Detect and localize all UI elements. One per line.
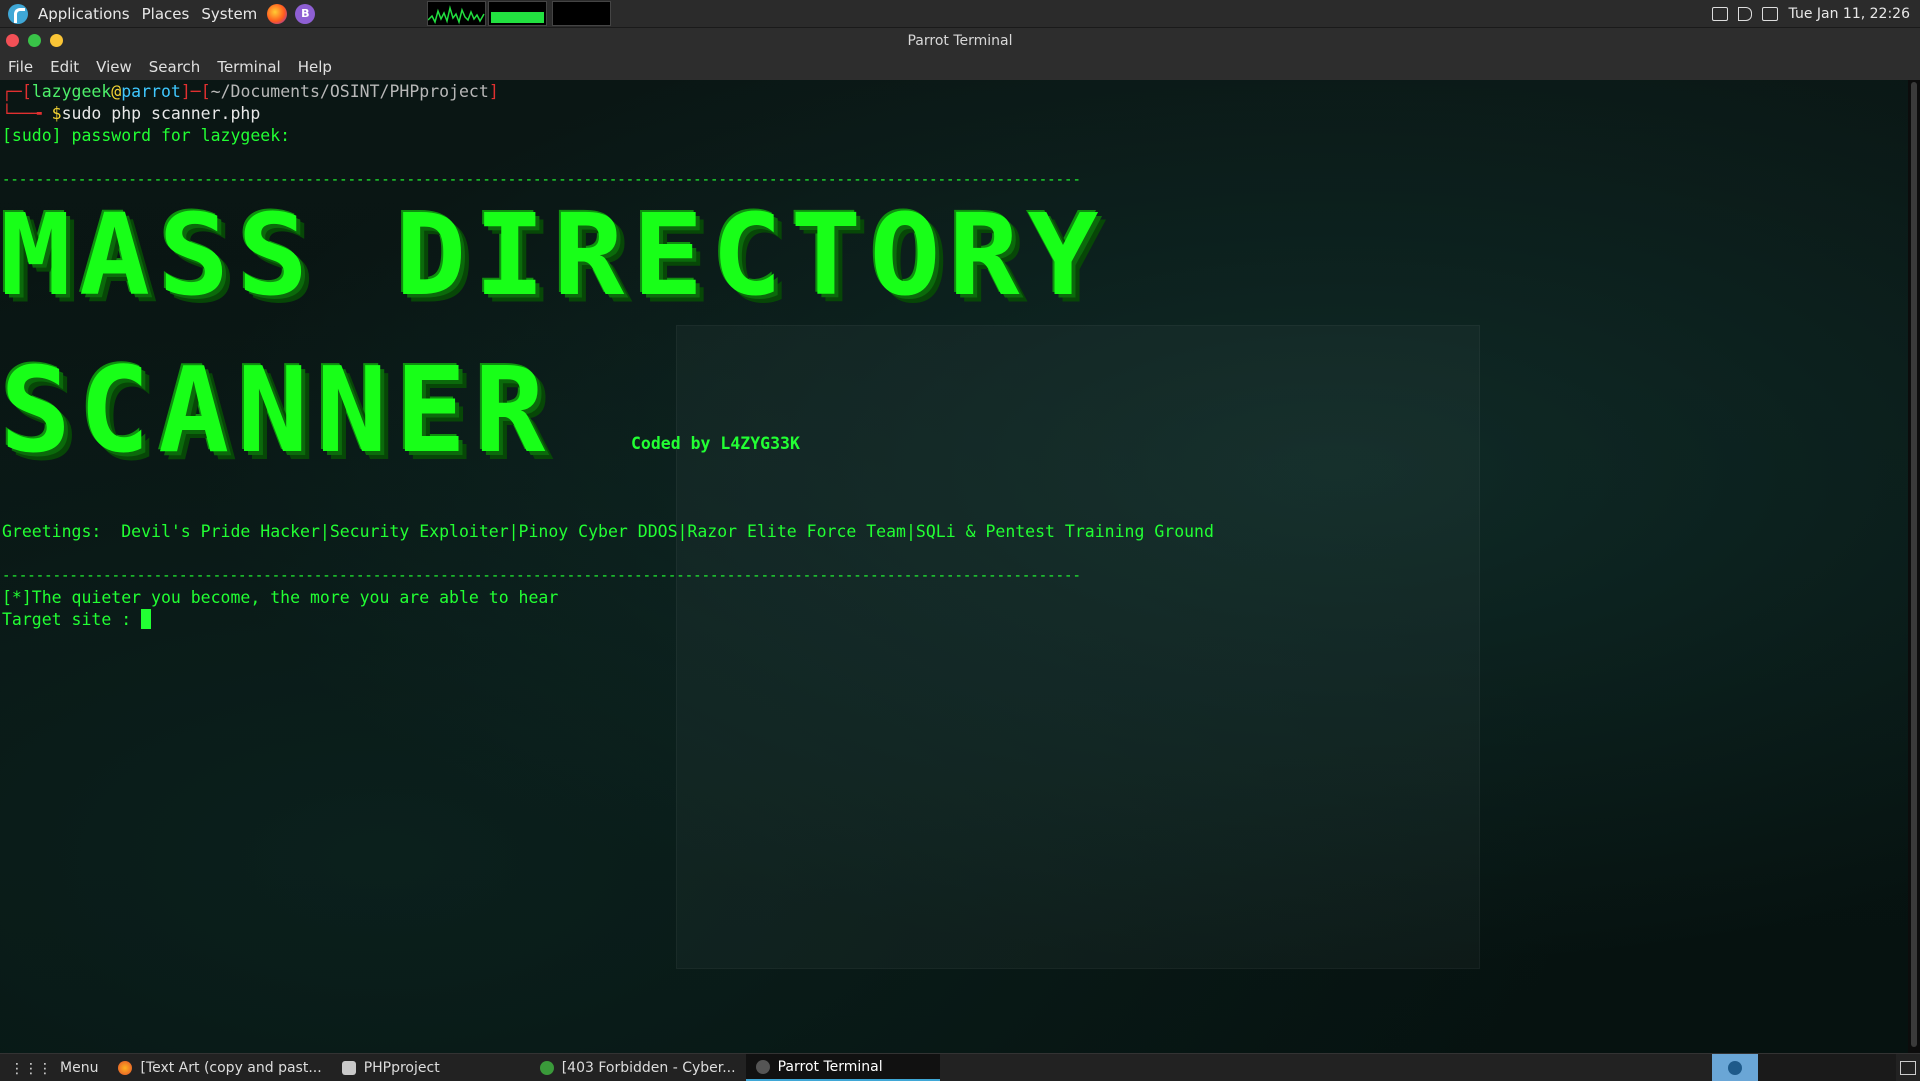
banner-scanner: SCANNER [0, 341, 554, 479]
coded-by-text: Coded by L4ZYG33K [631, 434, 800, 453]
workspace-icon [1728, 1060, 1742, 1075]
network-monitor-graph [552, 1, 611, 26]
prompt-path: ~/Documents/OSINT/PHPproject [210, 82, 489, 101]
prompt-user: lazygeek [31, 82, 112, 101]
sudo-password-line: [sudo] password for lazygeek: [2, 126, 291, 145]
greetings-line: Greetings: Devil's Pride Hacker|Security… [2, 522, 1214, 541]
menu-help[interactable]: Help [290, 58, 341, 76]
prompt-host: parrot [121, 82, 181, 101]
banner-mass-directory: MASS DIRECTORY [0, 189, 1107, 321]
keyboard-icon[interactable] [1711, 6, 1728, 21]
minimize-button[interactable] [28, 34, 41, 47]
places-menu[interactable]: Places [136, 0, 196, 27]
taskbar-item-label: [403 Forbidden - Cyber... [561, 1059, 736, 1076]
parrot-logo-icon[interactable] [8, 3, 28, 24]
memory-fill [491, 12, 544, 23]
divider-bottom: ----------------------------------------… [2, 568, 1081, 584]
firefox-icon [118, 1060, 133, 1075]
cpu-graph-icon [427, 5, 485, 25]
terminal-icon [755, 1059, 770, 1074]
grid-menu-icon: ⋮⋮⋮ [10, 1060, 52, 1077]
applications-menu[interactable]: Applications [32, 0, 136, 27]
memory-monitor-graph [488, 1, 547, 26]
taskbar-item-label: [Text Art (copy and past... [140, 1059, 322, 1076]
terminal-scrollbar[interactable] [1908, 80, 1920, 1053]
window-title: Parrot Terminal [907, 32, 1013, 49]
taskbar-item-browser[interactable]: [403 Forbidden - Cyber... [530, 1054, 746, 1081]
clock[interactable]: Tue Jan 11, 22:26 [1789, 6, 1910, 22]
menu-file[interactable]: File [0, 58, 42, 76]
prompt-symbol: $ [51, 104, 62, 123]
divider-top: ----------------------------------------… [2, 172, 1081, 188]
workspace-1[interactable] [1712, 1054, 1758, 1081]
taskbar-item-terminal[interactable]: Parrot Terminal [745, 1054, 940, 1081]
menu-view[interactable]: View [88, 58, 141, 76]
scrollbar-thumb[interactable] [1911, 82, 1917, 1047]
menu-bar: File Edit View Search Terminal Help [0, 53, 1920, 80]
folder-icon [341, 1060, 356, 1075]
taskbar-menu-label: Menu [60, 1059, 99, 1076]
menu-terminal[interactable]: Terminal [209, 58, 289, 76]
prompt-at: @ [111, 82, 122, 101]
prompt-line: ┌─[lazygeek@parrot]─[~/Documents/OSINT/P… [2, 81, 499, 103]
maximize-button[interactable] [50, 34, 63, 47]
command-text: sudo php scanner.php [61, 104, 261, 123]
prompt-bracket-close: ] [488, 82, 499, 101]
workspace-3[interactable] [1804, 1054, 1850, 1081]
workspace-2[interactable] [1758, 1054, 1804, 1081]
desktop-icon [1900, 1060, 1916, 1075]
top-panel: Applications Places System >_ B Tue Jan … [0, 0, 1920, 1053]
menu-edit[interactable]: Edit [42, 58, 88, 76]
show-desktop-icon[interactable] [1896, 1054, 1920, 1081]
close-button[interactable] [6, 34, 19, 47]
display-icon[interactable] [1761, 6, 1778, 21]
taskbar-item-firefox[interactable]: [Text Art (copy and past... [108, 1054, 331, 1081]
taskbar-item-file-manager[interactable]: PHPproject [332, 1054, 450, 1081]
taskbar-item-label: Parrot Terminal [777, 1058, 883, 1075]
background-file-manager-ghost [676, 325, 1480, 969]
browser-icon [539, 1060, 554, 1075]
target-prompt-line: Target site : [2, 609, 152, 631]
terminal-output[interactable]: ┌─[lazygeek@parrot]─[~/Documents/OSINT/P… [0, 80, 1908, 1053]
prompt-prefix: └──╼ [2, 104, 52, 123]
taskbar-menu-button[interactable]: ⋮⋮⋮ Menu [0, 1054, 108, 1081]
system-menu[interactable]: System [195, 0, 263, 27]
taskbar-item-label: PHPproject [363, 1059, 440, 1076]
quiet-line: [*]The quieter you become, the more you … [2, 588, 559, 607]
cpu-monitor-graph [427, 1, 486, 26]
text-editor-launcher-icon[interactable]: B [295, 3, 316, 24]
menu-search[interactable]: Search [141, 58, 210, 76]
taskbar: ⋮⋮⋮ Menu [Text Art (copy and past... PHP… [0, 1053, 1920, 1081]
target-prompt-label: Target site : [2, 610, 142, 629]
prompt-bracket: ┌─[ [2, 82, 32, 101]
volume-icon[interactable] [1737, 6, 1752, 21]
prompt-separator: ]─[ [180, 82, 211, 101]
command-line: └──╼ $sudo php scanner.php [2, 103, 260, 125]
firefox-launcher-icon[interactable] [267, 3, 288, 24]
workspace-4[interactable] [1850, 1054, 1896, 1081]
window-titlebar[interactable]: Parrot Terminal [0, 28, 1920, 53]
text-cursor[interactable] [141, 609, 152, 629]
